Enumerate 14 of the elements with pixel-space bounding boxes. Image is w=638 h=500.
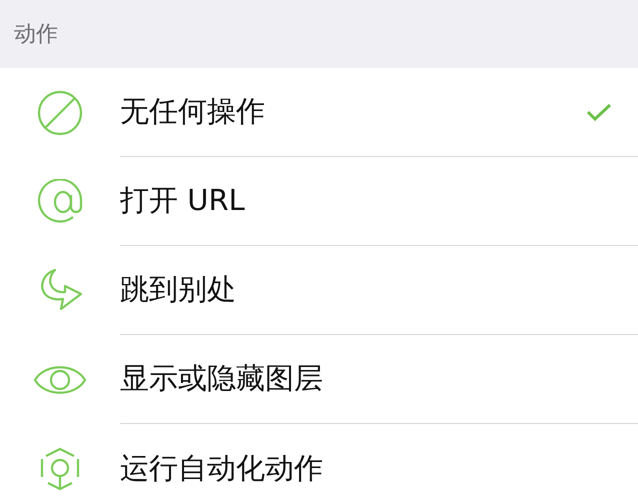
cube-icon: [40, 446, 80, 490]
action-row[interactable]: 运行自动化动作: [0, 424, 638, 500]
action-row[interactable]: 无任何操作: [0, 68, 638, 157]
action-row[interactable]: 跳到别处: [0, 246, 638, 335]
section-header: 动作: [14, 21, 58, 49]
action-label: 打开 URL: [120, 182, 245, 219]
action-row[interactable]: 打开 URL: [0, 157, 638, 246]
action-label: 跳到别处: [120, 271, 236, 308]
action-label: 无任何操作: [120, 93, 265, 130]
action-row[interactable]: 显示或隐藏图层: [0, 335, 638, 424]
at-sign-icon: [37, 178, 83, 224]
action-label: 运行自动化动作: [120, 450, 323, 486]
action-label: 显示或隐藏图层: [120, 360, 323, 397]
prohibited-icon: [37, 90, 83, 136]
